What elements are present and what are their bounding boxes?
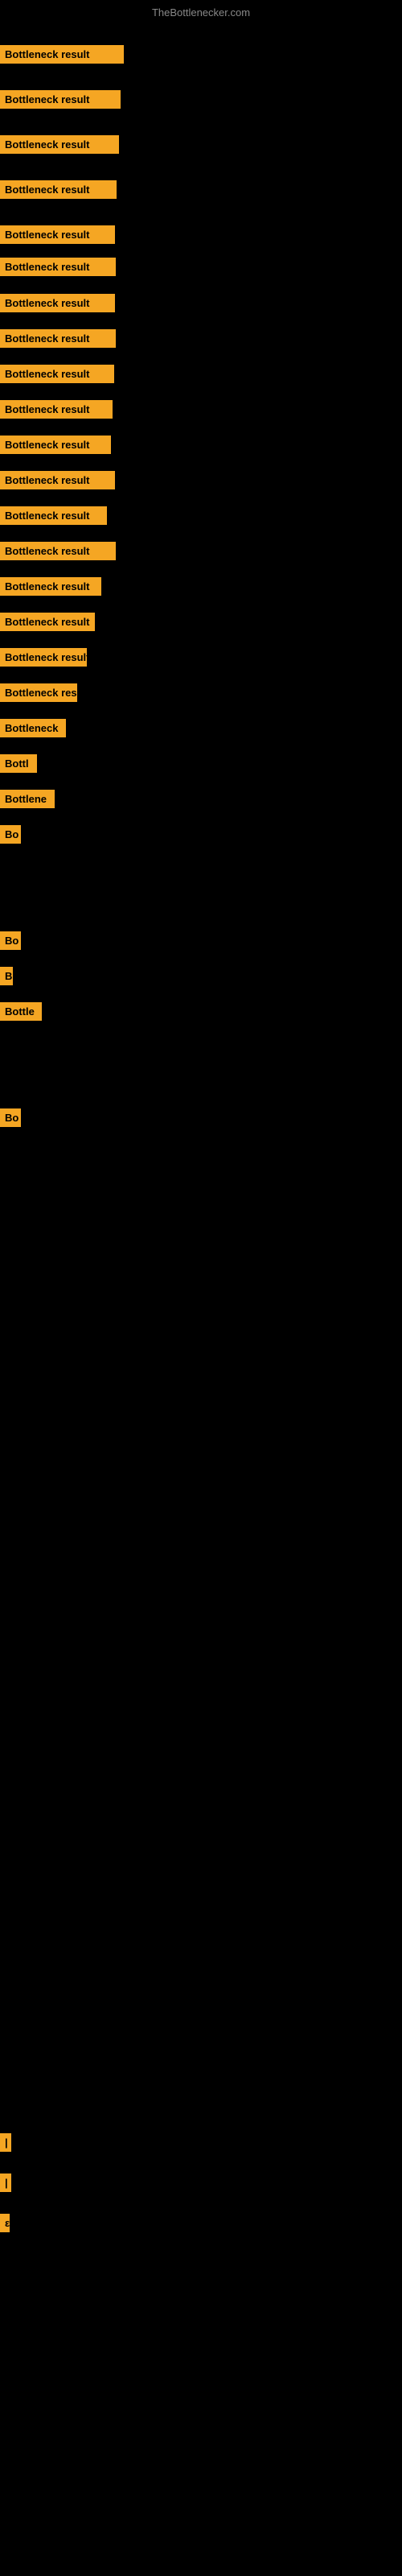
bottleneck-label-3: Bottleneck result [0,135,119,154]
bottleneck-label-2: Bottleneck result [0,90,121,109]
bottleneck-label-25: Bo [0,931,21,950]
bottleneck-label-5: Bottleneck result [0,225,115,244]
bottleneck-label-17: Bottleneck result [0,648,87,667]
bottleneck-label-1: Bottleneck result [0,45,124,64]
bottleneck-label-9: Bottleneck result [0,365,114,383]
bottleneck-label-38: | [0,2174,11,2192]
bottleneck-label-20: Bottl [0,754,37,773]
bottleneck-label-22: Bo [0,825,21,844]
bottleneck-label-8: Bottleneck result [0,329,116,348]
bottleneck-label-7: Bottleneck result [0,294,115,312]
bottleneck-label-30: Bo [0,1108,21,1127]
bottleneck-label-21: Bottlene [0,790,55,808]
bottleneck-label-4: Bottleneck result [0,180,117,199]
bottleneck-label-19: Bottleneck [0,719,66,737]
bottleneck-label-12: Bottleneck result [0,471,115,489]
bottleneck-label-27: Bottle [0,1002,42,1021]
bottleneck-label-18: Bottleneck result [0,683,77,702]
bottleneck-label-11: Bottleneck result [0,436,111,454]
bottleneck-label-10: Bottleneck result [0,400,113,419]
bottleneck-label-14: Bottleneck result [0,542,116,560]
bottleneck-label-13: Bottleneck result [0,506,107,525]
bottleneck-label-26: B [0,967,13,985]
bottleneck-label-16: Bottleneck result [0,613,95,631]
bottleneck-label-37: | [0,2133,11,2152]
bottleneck-label-6: Bottleneck result [0,258,116,276]
bottleneck-label-39: ε [0,2214,10,2232]
bottleneck-label-15: Bottleneck result [0,577,101,596]
